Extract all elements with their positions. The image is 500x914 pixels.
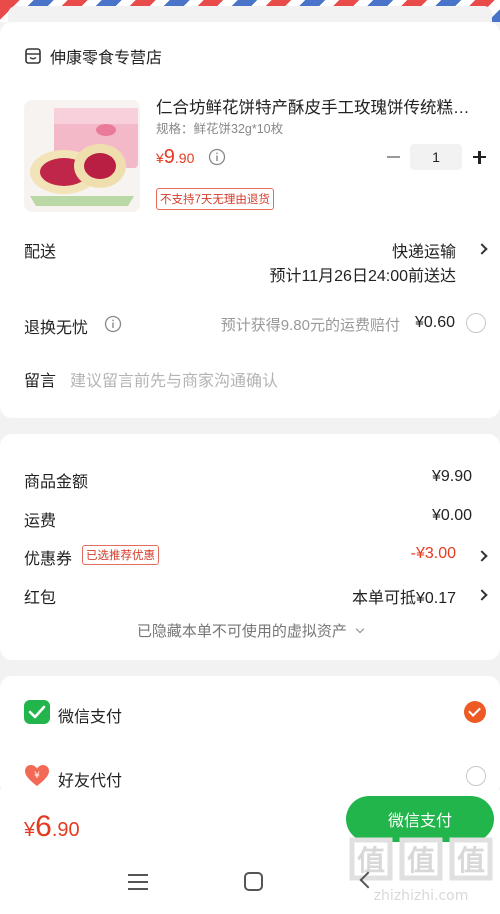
- shop-name: 伸康零食专营店: [50, 50, 163, 67]
- friend-pay-icon: ¥: [25, 765, 49, 786]
- redpacket-value[interactable]: 本单可抵¥0.17: [352, 584, 456, 608]
- note-input[interactable]: 建议留言前先与商家沟通确认: [70, 367, 278, 391]
- chevron-right-icon[interactable]: [476, 589, 488, 601]
- shipping-label: 运费: [24, 513, 57, 530]
- friend-pay-label[interactable]: 好友代付: [58, 767, 122, 791]
- friend-pay-radio[interactable]: [466, 766, 486, 786]
- goods-amount-label: 商品金额: [24, 474, 89, 491]
- note-label: 留言: [24, 373, 57, 390]
- redpacket-label: 红包: [24, 590, 57, 607]
- order-card: 伸康零食专营店 仁合坊鲜花饼特产酥皮手工玫瑰饼传统糕… 规格：鲜花饼32g*10…: [0, 22, 500, 418]
- home-icon[interactable]: [244, 872, 263, 891]
- coupon-badge: 已选推荐优惠: [82, 545, 159, 565]
- wechat-pay-label[interactable]: 微信支付: [58, 703, 122, 727]
- chevron-right-icon[interactable]: [476, 550, 488, 562]
- product-spec[interactable]: 规格：鲜花饼32g*10枚: [156, 118, 283, 137]
- svg-text:¥: ¥: [34, 771, 40, 781]
- goods-amount-value: ¥9.90: [431, 468, 472, 485]
- insurance-description: 预计获得9.80元的运费赔付: [220, 317, 400, 334]
- delivery-label: 配送: [24, 244, 57, 261]
- airmail-border: [0, 0, 500, 22]
- insurance-price: ¥0.60: [414, 314, 455, 331]
- delivery-eta: 预计11月26日24:00前送达: [269, 268, 456, 285]
- product-image[interactable]: [24, 100, 140, 212]
- coupon-label: 优惠券: [24, 551, 73, 568]
- insurance-label: 退换无忧: [24, 320, 89, 337]
- menu-icon[interactable]: [128, 874, 148, 890]
- product-title[interactable]: 仁合坊鲜花饼特产酥皮手工玫瑰饼传统糕…: [156, 94, 482, 118]
- shipping-value: ¥0.00: [431, 507, 472, 524]
- shop-header[interactable]: 伸康零食专营店: [24, 44, 162, 68]
- wechat-pay-icon: [24, 700, 50, 724]
- coupon-value[interactable]: -¥3.00: [411, 545, 456, 563]
- chevron-down-icon: [355, 624, 365, 634]
- insurance-checkbox[interactable]: [466, 313, 486, 333]
- chevron-right-icon[interactable]: [476, 243, 488, 255]
- quantity-stepper: 1: [380, 144, 492, 170]
- info-icon[interactable]: [104, 315, 122, 333]
- product-price: ¥9.90: [156, 146, 195, 168]
- info-icon[interactable]: [208, 148, 226, 166]
- quantity-input[interactable]: 1: [410, 144, 462, 170]
- summary-card: 商品金额 ¥9.90 运费 ¥0.00 优惠券 已选推荐优惠 -¥3.00 红包…: [0, 434, 500, 660]
- no-return-badge: 不支持7天无理由退货: [156, 188, 274, 210]
- wechat-pay-radio[interactable]: [464, 701, 486, 723]
- shop-icon: [25, 48, 41, 64]
- increase-button[interactable]: [466, 144, 492, 170]
- hidden-assets-toggle[interactable]: 已隐藏本单不可使用的虚拟资产: [0, 620, 500, 641]
- payment-card: 微信支付 ¥ 好友代付: [0, 676, 500, 796]
- delivery-method[interactable]: 快递运输: [392, 238, 456, 262]
- total-price: ¥6.90: [24, 810, 80, 843]
- decrease-button[interactable]: [380, 144, 406, 170]
